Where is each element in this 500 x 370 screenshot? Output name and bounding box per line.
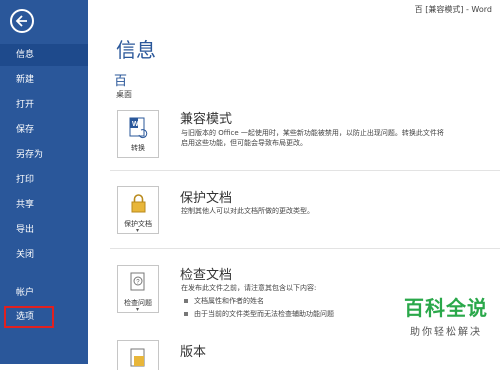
inspect-item: 文档属性和作者的姓名	[184, 296, 264, 306]
protect-document-button[interactable]: 保护文档 ▾	[117, 186, 159, 234]
nav-save[interactable]: 保存	[0, 119, 88, 141]
nav-save-as[interactable]: 另存为	[0, 144, 88, 166]
convert-button[interactable]: W 转换	[117, 110, 159, 158]
bullet-icon	[184, 312, 188, 316]
compat-mode-title: 兼容模式	[180, 112, 233, 127]
versions-title: 版本	[180, 345, 207, 360]
nav-new[interactable]: 新建	[0, 69, 88, 91]
nav-info[interactable]: 信息	[0, 44, 88, 66]
convert-label: 转换	[131, 144, 145, 152]
bullet-icon	[184, 299, 188, 303]
compat-mode-desc-2: 启用这些功能，但可能会导致布局更改。	[181, 139, 307, 147]
document-versions-icon	[130, 348, 145, 367]
inspect-document-icon: ?	[130, 272, 145, 291]
window-title: 百 [兼容模式] - Word	[414, 5, 492, 14]
protect-document-title: 保护文档	[180, 191, 233, 206]
backstage-sidebar: 信息 新建 打开 保存 另存为 打印 共享 导出 关闭 帐户 选项	[0, 0, 88, 364]
watermark-title: 百科全说	[404, 296, 488, 320]
nav-account[interactable]: 帐户	[0, 282, 88, 304]
dropdown-caret-icon: ▾	[136, 306, 140, 313]
back-button[interactable]	[10, 9, 34, 33]
lock-icon	[131, 194, 146, 213]
compat-mode-desc-1: 与旧版本的 Office 一起使用时，某些新功能被禁用，以防止出现问题。转换此文…	[181, 129, 444, 137]
protect-document-desc: 控制其他人可以对此文档所做的更改类型。	[181, 207, 314, 215]
back-arrow-icon	[15, 15, 27, 27]
watermark: 百科全说 助你轻松解决	[404, 292, 488, 338]
nav-print[interactable]: 打印	[0, 169, 88, 191]
check-issues-button[interactable]: ? 检查问题 ▾	[117, 265, 159, 313]
inspect-item-text: 文档属性和作者的姓名	[194, 297, 264, 305]
nav-share[interactable]: 共享	[0, 194, 88, 216]
versions-button[interactable]	[117, 340, 159, 370]
nav-open[interactable]: 打开	[0, 94, 88, 116]
inspect-document-title: 检查文档	[180, 268, 233, 283]
document-path: 桌面	[116, 90, 132, 99]
dropdown-caret-icon: ▾	[136, 227, 140, 234]
nav-options[interactable]: 选项	[4, 306, 54, 328]
watermark-subtitle: 助你轻松解决	[410, 327, 482, 338]
nav-close[interactable]: 关闭	[0, 244, 88, 266]
inspect-item-text: 由于当前的文件类型而无法检查辅助功能问题	[194, 310, 334, 318]
nav-export[interactable]: 导出	[0, 219, 88, 241]
convert-icon: W	[129, 117, 148, 139]
divider	[110, 248, 500, 249]
page-title: 信息	[116, 38, 156, 62]
svg-text:W: W	[132, 121, 139, 128]
inspect-item: 由于当前的文件类型而无法检查辅助功能问题	[184, 309, 334, 319]
divider	[110, 170, 500, 171]
document-name: 百	[114, 74, 128, 89]
